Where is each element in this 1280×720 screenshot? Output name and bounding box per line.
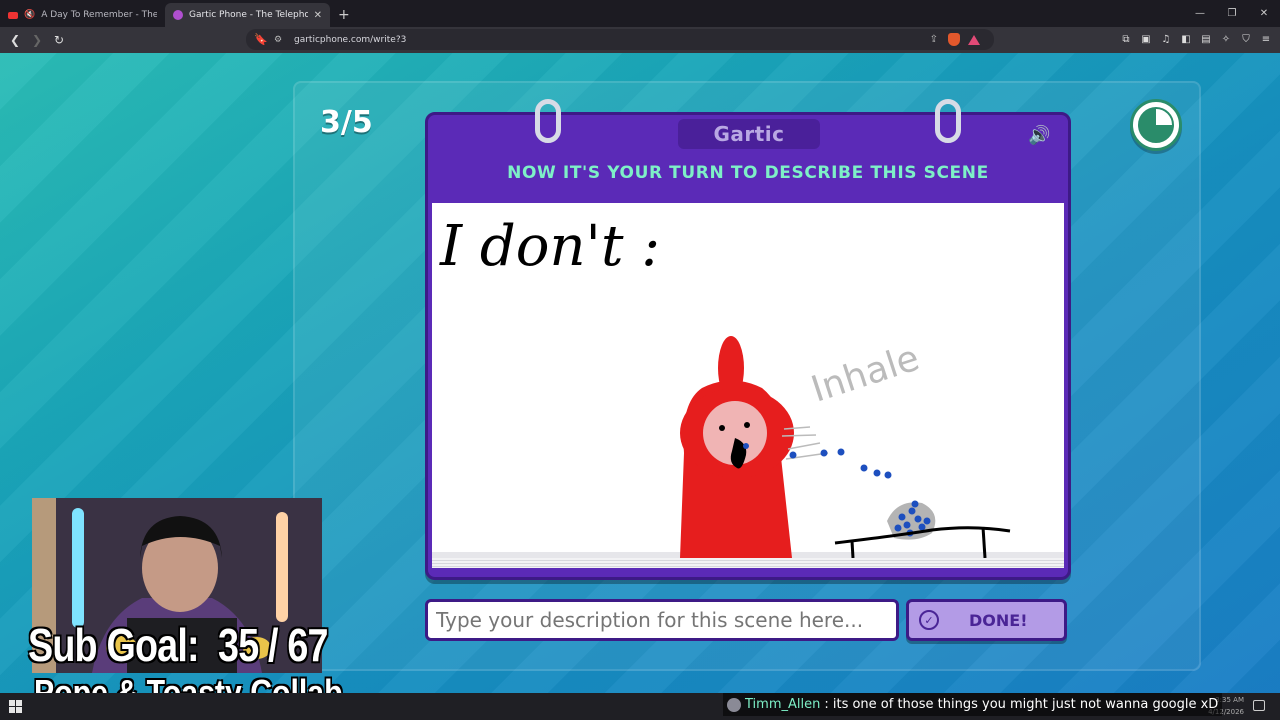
wallet-icon[interactable]: ▤	[1198, 29, 1214, 50]
binder-ring-left	[535, 99, 561, 143]
timer-icon	[1130, 99, 1182, 151]
notebook-page-edges	[432, 558, 1064, 568]
url-input[interactable]	[294, 34, 894, 45]
close-window-icon[interactable]: ✕	[1248, 0, 1280, 27]
browser-nav-bar: ❮ ❯ ↻ 🔖 ⚙ ⇪ ⧉ ▣ ♫ ◧ ▤ ✧ ⛉ ≡	[0, 27, 1280, 53]
start-icon[interactable]	[9, 700, 22, 713]
timer-pie	[1138, 107, 1174, 143]
back-icon[interactable]: ❮	[4, 29, 26, 51]
window-controls: — ❐ ✕	[1184, 0, 1280, 27]
youtube-icon	[8, 11, 18, 19]
minimize-icon[interactable]: —	[1184, 0, 1216, 27]
binder-ring-right	[935, 99, 961, 143]
check-icon: ✓	[919, 610, 939, 630]
tab-gartic[interactable]: Gartic Phone - The Telephone G ✕	[165, 3, 330, 27]
reload-icon[interactable]: ↻	[48, 29, 70, 51]
media-icon[interactable]: ♫	[1158, 29, 1174, 50]
mute-icon[interactable]: 🔇	[24, 10, 35, 20]
scene-board: Gartic 🔊 NOW IT'S YOUR TURN TO DESCRIBE …	[425, 99, 1071, 580]
drawing-canvas: I don't : Inhale	[432, 203, 1064, 559]
red-figure	[680, 336, 794, 558]
done-button[interactable]: ✓ DONE!	[906, 599, 1067, 641]
table-with-bowl	[834, 500, 1011, 559]
screenshot-icon[interactable]: ▣	[1138, 29, 1154, 50]
sidebar-icon[interactable]: ◧	[1178, 29, 1194, 50]
chat-message: : its one of those things you might just…	[824, 697, 1219, 712]
restore-icon[interactable]: ❐	[1216, 0, 1248, 27]
speaker-icon[interactable]: 🔊	[1028, 125, 1050, 146]
toolbar-extensions: ⧉ ▣ ♫ ◧ ▤ ✧ ⛉ ≡	[1118, 29, 1274, 50]
close-tab-icon[interactable]: ✕	[314, 10, 322, 21]
menu-icon[interactable]: ≡	[1258, 29, 1274, 50]
address-bar[interactable]: 🔖 ⚙ ⇪	[246, 29, 994, 50]
sub-goal-text: Sub Goal: 35 / 67	[28, 619, 328, 671]
round-counter: 3/5	[320, 105, 373, 140]
done-label: DONE!	[969, 610, 1028, 630]
brave-shields-icon[interactable]	[948, 33, 960, 46]
gartic-logo: Gartic	[678, 119, 820, 149]
site-settings-icon[interactable]: ⚙	[274, 35, 294, 45]
notification-icon[interactable]	[1253, 700, 1265, 711]
share-icon[interactable]: ⇪	[930, 34, 938, 45]
drawing-handwriting: I don't :	[439, 214, 660, 279]
tab-label: Gartic Phone - The Telephone G	[189, 10, 308, 20]
windows-taskbar: 3:35 AM 4/12/2026 Timm_Allen : its one o…	[0, 693, 1280, 720]
chat-user-icon	[727, 697, 741, 712]
forward-icon[interactable]: ❯	[26, 29, 48, 51]
tab-label: A Day To Remember - The Down	[41, 10, 157, 20]
bookmark-icon[interactable]: 🔖	[254, 33, 274, 46]
new-tab-button[interactable]: +	[330, 3, 358, 27]
blue-dots	[789, 448, 892, 479]
tab-youtube[interactable]: 🔇 A Day To Remember - The Down	[0, 3, 165, 27]
scene-drawing: I don't : Inhale	[439, 214, 1011, 559]
gartic-icon	[173, 10, 183, 20]
description-input[interactable]	[425, 599, 899, 641]
leo-ai-icon[interactable]: ✧	[1218, 29, 1234, 50]
board-header: Gartic 🔊 NOW IT'S YOUR TURN TO DESCRIBE …	[428, 115, 1068, 203]
extensions-icon[interactable]: ⧉	[1118, 29, 1134, 50]
browser-tab-bar: 🔇 A Day To Remember - The Down Gartic Ph…	[0, 0, 1280, 27]
instruction-text: NOW IT'S YOUR TURN TO DESCRIBE THIS SCEN…	[507, 163, 989, 183]
chat-overlay: Timm_Allen : its one of those things you…	[723, 693, 1223, 716]
vpn-icon[interactable]: ⛉	[1238, 29, 1254, 50]
brave-rewards-icon[interactable]	[968, 34, 980, 45]
chat-username: Timm_Allen	[745, 697, 821, 712]
drawing-inhale-text: Inhale	[806, 338, 924, 411]
